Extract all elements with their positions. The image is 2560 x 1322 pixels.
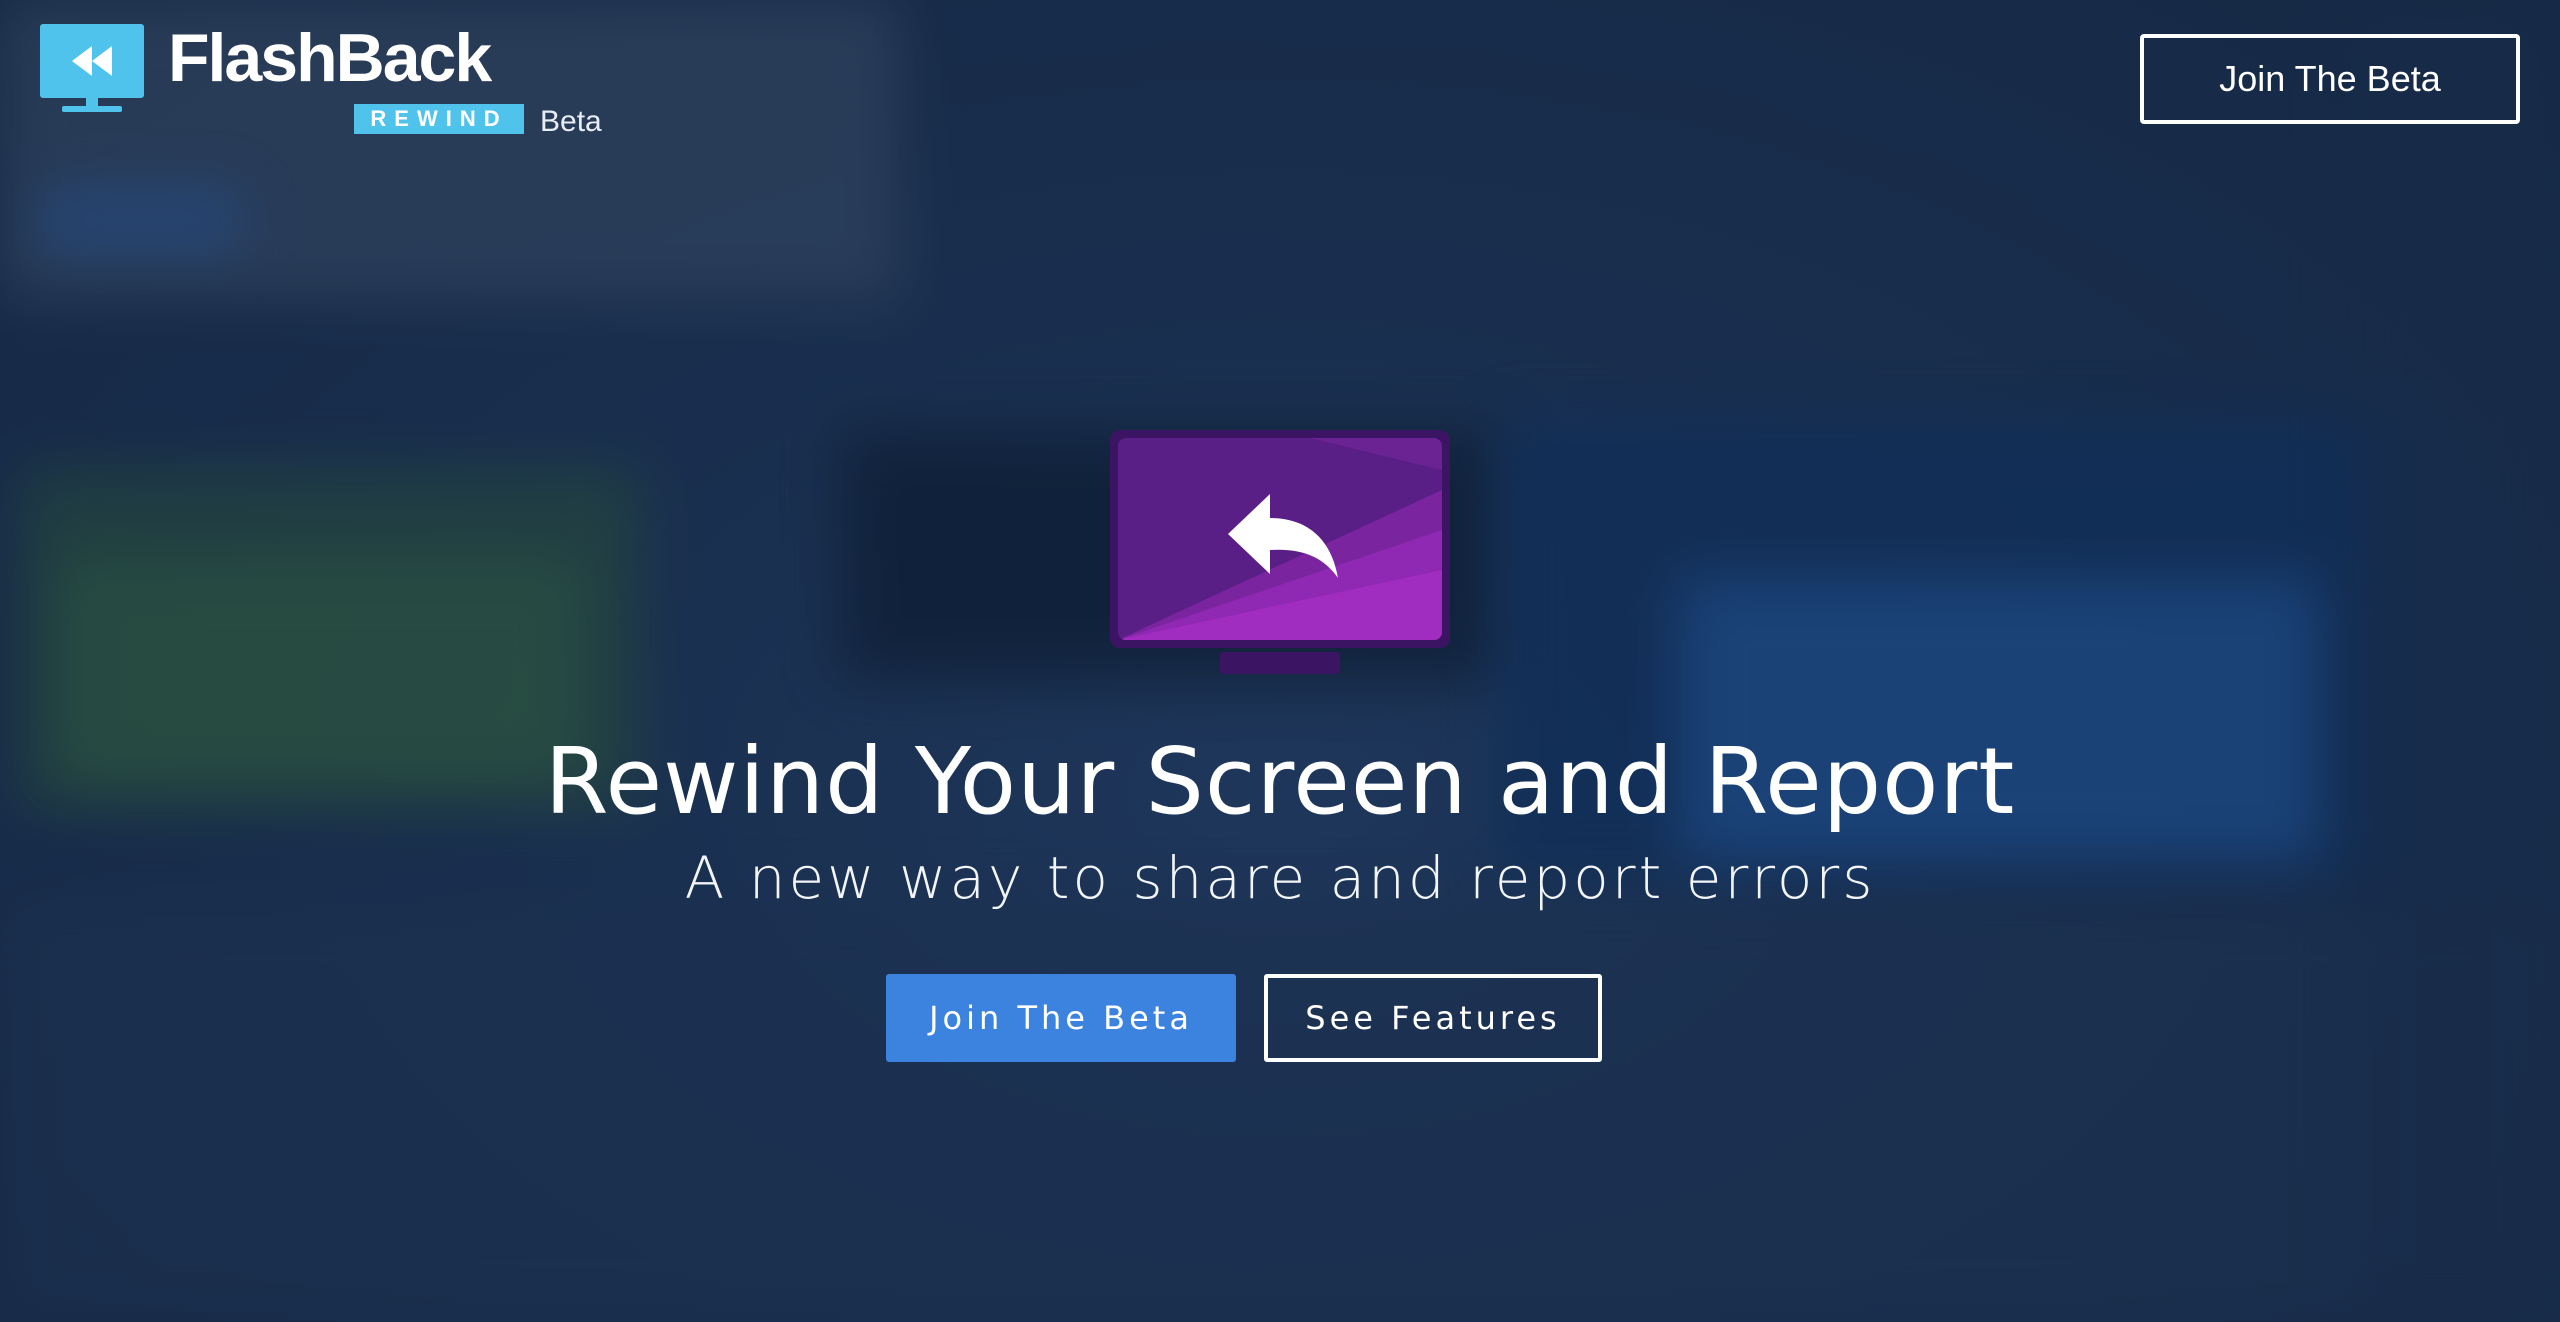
rewind-monitor-icon: [1110, 430, 1450, 674]
hero-actions: Join The Beta See Features: [0, 974, 2560, 1062]
hero-title: Rewind Your Screen and Report: [544, 728, 2016, 835]
see-features-button[interactable]: See Features: [1264, 974, 1602, 1062]
beta-badge: Beta: [540, 105, 602, 138]
rewind-monitor-icon: [40, 24, 144, 112]
brand-logo[interactable]: FlashBack REWIND Beta: [40, 20, 640, 142]
brand-tagline: REWIND: [354, 104, 524, 134]
hero-subtitle: A new way to share and report errors: [684, 844, 1876, 912]
header-join-beta-button[interactable]: Join The Beta: [2140, 34, 2520, 124]
brand-name: FlashBack: [168, 20, 492, 96]
join-beta-button[interactable]: Join The Beta: [886, 974, 1236, 1062]
